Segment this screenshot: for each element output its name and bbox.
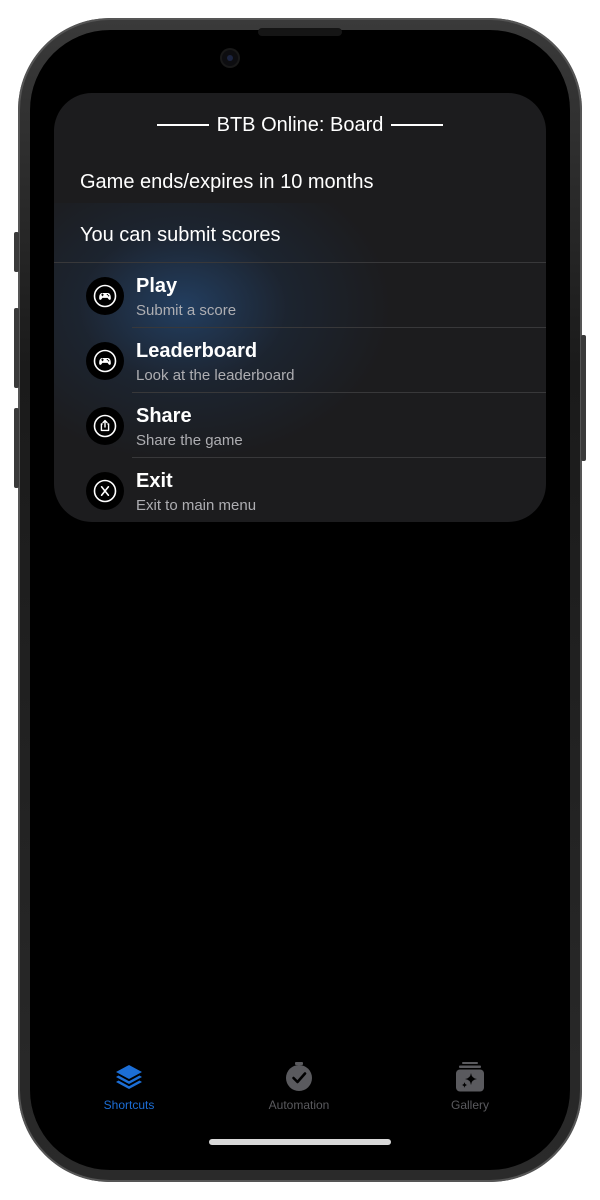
menu-item-subtitle: Share the game [136, 432, 243, 449]
menu-item-label: Leaderboard [136, 340, 258, 362]
menu-item-leaderboard[interactable]: Leaderboard Look at the leaderboard [54, 328, 546, 393]
gamepad-icon [86, 342, 124, 380]
share-icon [86, 407, 124, 445]
power-button [581, 335, 586, 461]
tab-bar: Shortcuts Automation Gallery [30, 1055, 570, 1125]
silent-switch [14, 232, 19, 272]
tab-automation[interactable]: Automation [239, 1055, 359, 1115]
title-line-left [156, 124, 209, 126]
menu-item-subtitle: Submit a score [136, 302, 237, 319]
menu-item-share[interactable]: Share Share the game [54, 393, 546, 458]
volume-down-button [14, 408, 19, 488]
tab-label: Gallery [450, 1098, 489, 1112]
expiry-text: Game ends/expires in 10 months [80, 171, 374, 193]
menu-item-label: Share [136, 405, 192, 427]
menu-item-exit[interactable]: Exit Exit to main menu [54, 458, 546, 522]
menu-item-label: Exit [136, 470, 173, 492]
title-line-right [391, 124, 444, 126]
earpiece-speaker [258, 28, 342, 36]
front-camera [222, 50, 238, 66]
tab-label: Automation [268, 1098, 330, 1112]
tab-gallery[interactable]: Gallery [410, 1055, 530, 1115]
menu-item-subtitle: Exit to main menu [136, 497, 257, 514]
home-indicator[interactable] [209, 1139, 391, 1145]
x-circle-icon [86, 472, 124, 510]
card-title-row: BTB Online: Board [54, 111, 546, 139]
card-title: BTB Online: Board [216, 113, 384, 136]
gamepad-icon [86, 277, 124, 315]
menu-item-label: Play [136, 275, 178, 297]
layers-icon [113, 1061, 145, 1093]
volume-up-button [14, 308, 19, 388]
sparkle-stack-icon [454, 1061, 486, 1093]
tab-label: Shortcuts [103, 1098, 155, 1112]
game-menu-card: BTB Online: Board Game ends/expires in 1… [54, 93, 546, 522]
clock-check-icon [283, 1061, 315, 1093]
submit-status-text: You can submit scores [80, 224, 281, 246]
tab-shortcuts[interactable]: Shortcuts [69, 1055, 189, 1115]
menu-item-play[interactable]: Play Submit a score [54, 263, 546, 328]
menu-item-subtitle: Look at the leaderboard [136, 367, 295, 384]
